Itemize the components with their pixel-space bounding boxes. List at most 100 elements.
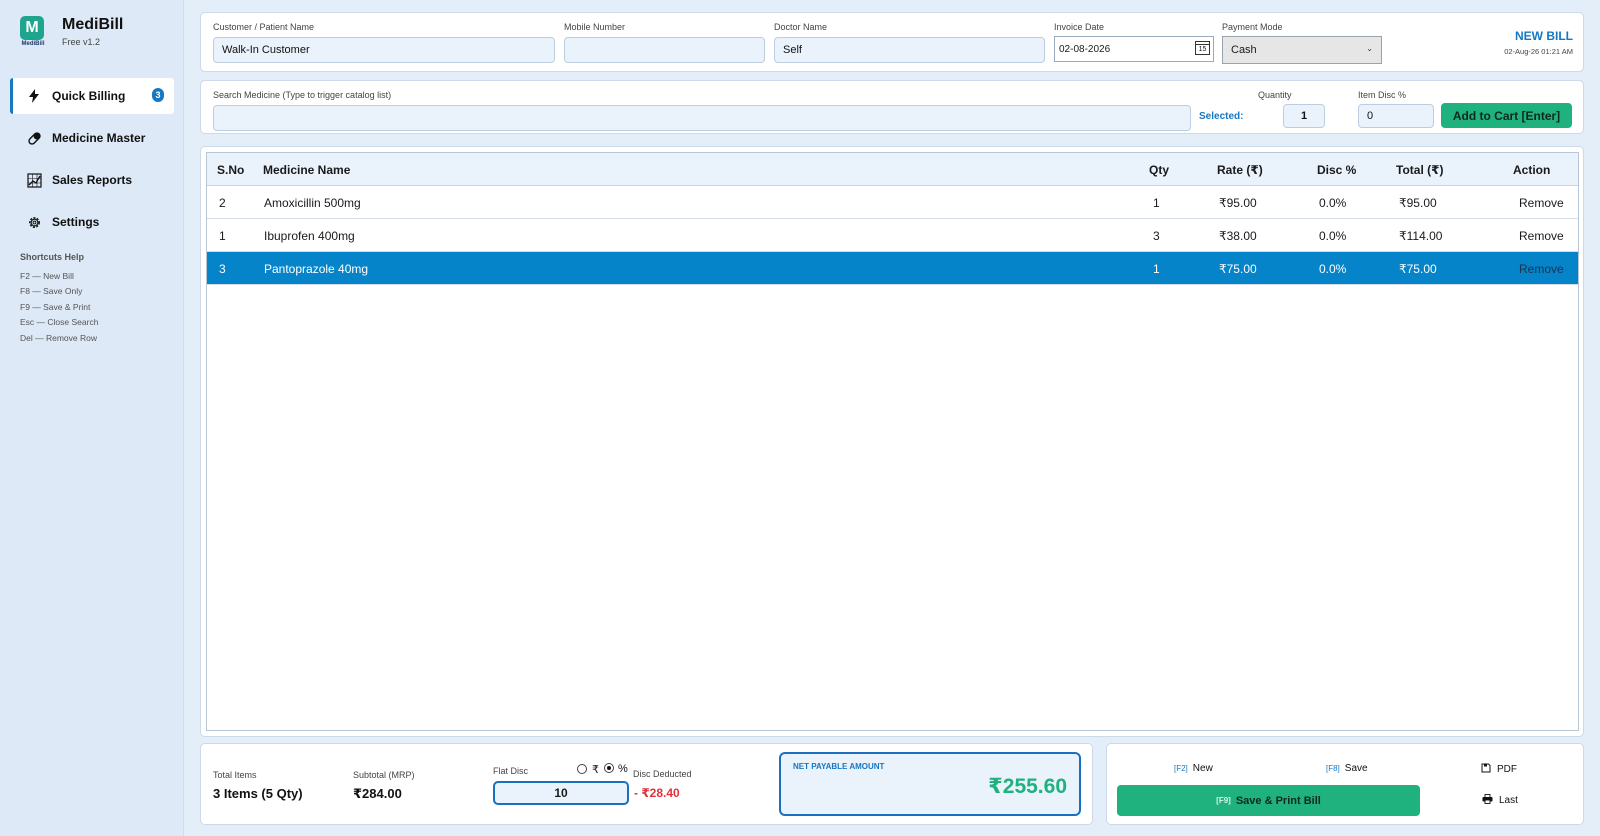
shortcut-new-bill: F2 — New Bill bbox=[20, 271, 74, 281]
total-items-value: 3 Items (5 Qty) bbox=[213, 786, 303, 801]
sidebar: M MediBill MediBill Free v1.2 Quick Bill… bbox=[0, 0, 184, 836]
col-action: Action bbox=[1513, 163, 1551, 177]
sidebar-item-label: Medicine Master bbox=[52, 131, 146, 145]
disc-mode-percent-label: % bbox=[618, 763, 628, 775]
search-medicine-label: Search Medicine (Type to trigger catalog… bbox=[213, 90, 392, 100]
logo-subtext: MediBill bbox=[21, 41, 45, 47]
pdf-label: PDF bbox=[1497, 764, 1517, 775]
payment-mode-label: Payment Mode bbox=[1222, 22, 1283, 32]
bolt-icon bbox=[26, 88, 42, 104]
cell-total: ₹75.00 bbox=[1399, 262, 1437, 276]
payment-mode-value: Cash bbox=[1231, 44, 1257, 56]
cart-table: S.No Medicine Name Qty Rate (₹) Disc % T… bbox=[206, 152, 1579, 731]
sidebar-item-label: Settings bbox=[52, 215, 100, 229]
flat-disc-input[interactable]: 10 bbox=[493, 781, 629, 805]
col-disc: Disc % bbox=[1317, 163, 1357, 177]
net-payable-value: ₹255.60 bbox=[988, 775, 1067, 798]
brand: M MediBill MediBill Free v1.2 bbox=[20, 16, 123, 48]
shortcuts-title: Shortcuts Help bbox=[20, 252, 85, 262]
pill-icon bbox=[26, 130, 42, 146]
table-row-selected[interactable]: 3 Pantoprazole 40mg 1 ₹75.00 0.0% ₹75.00… bbox=[207, 252, 1578, 285]
calendar-icon[interactable]: 15 bbox=[1195, 41, 1210, 55]
net-payable-label: NET PAYABLE AMOUNT bbox=[793, 762, 885, 771]
medicine-search-panel: Search Medicine (Type to trigger catalog… bbox=[200, 80, 1584, 134]
shortcut-remove-row: Del — Remove Row bbox=[20, 332, 97, 343]
quantity-input[interactable]: 1 bbox=[1283, 104, 1325, 128]
cell-qty: 3 bbox=[1153, 229, 1160, 243]
logo-letter: M bbox=[20, 16, 44, 40]
bill-status: NEW BILL bbox=[1515, 29, 1573, 43]
cell-disc: 0.0% bbox=[1319, 229, 1347, 243]
sidebar-item-label: Quick Billing bbox=[52, 89, 126, 103]
last-bill-label: Last bbox=[1499, 795, 1518, 806]
sidebar-item-settings[interactable]: Settings bbox=[10, 204, 174, 240]
flat-disc-label: Flat Disc bbox=[493, 766, 529, 776]
cell-disc: 0.0% bbox=[1319, 262, 1347, 276]
disc-mode-percent-radio[interactable] bbox=[604, 763, 614, 773]
subtotal-label: Subtotal (MRP) bbox=[353, 770, 415, 780]
mobile-number-input[interactable] bbox=[564, 37, 765, 63]
search-medicine-input[interactable] bbox=[213, 105, 1191, 131]
invoice-date-value: 02-08-2026 bbox=[1059, 43, 1111, 55]
sidebar-item-medicine-master[interactable]: Medicine Master bbox=[10, 120, 174, 156]
cell-rate: ₹95.00 bbox=[1219, 196, 1257, 210]
app-version: Free v1.2 bbox=[62, 37, 101, 47]
bill-timestamp: 02-Aug-26 01:21 AM bbox=[1504, 47, 1573, 56]
save-bill-shortcut: [F8] bbox=[1326, 764, 1340, 773]
shortcut-save-only: F8 — Save Only bbox=[20, 286, 83, 297]
item-disc-label: Item Disc % bbox=[1358, 90, 1407, 100]
chevron-down-icon: ⌄ bbox=[1366, 44, 1373, 53]
save-print-bill-button[interactable]: [F9] Save & Print Bill bbox=[1117, 785, 1420, 816]
cell-sno: 2 bbox=[219, 196, 226, 210]
remove-row-button[interactable]: Remove bbox=[1519, 196, 1564, 210]
doctor-name-input[interactable]: Self bbox=[774, 37, 1045, 63]
cell-qty: 1 bbox=[1153, 262, 1160, 276]
quick-billing-count-badge: 3 bbox=[152, 88, 164, 102]
new-bill-label: New bbox=[1192, 763, 1213, 774]
cell-medicine-name: Amoxicillin 500mg bbox=[264, 196, 361, 210]
cell-rate: ₹75.00 bbox=[1219, 262, 1257, 276]
printer-icon bbox=[1482, 794, 1493, 807]
col-medicine-name: Medicine Name bbox=[263, 163, 351, 177]
customer-name-input[interactable]: Walk-In Customer bbox=[213, 37, 555, 63]
invoice-date-picker[interactable]: 02-08-2026 15 bbox=[1054, 36, 1214, 62]
save-bill-button[interactable]: [F8] Save bbox=[1326, 763, 1368, 774]
add-to-cart-button[interactable]: Add to Cart [Enter] bbox=[1441, 103, 1572, 128]
disc-deducted-label: Disc Deducted bbox=[633, 769, 692, 779]
new-bill-button[interactable]: [F2] New bbox=[1174, 763, 1213, 774]
remove-row-button[interactable]: Remove bbox=[1519, 262, 1564, 276]
remove-row-button[interactable]: Remove bbox=[1519, 229, 1564, 243]
shortcut-close-search: Esc — Close Search bbox=[20, 317, 99, 328]
col-rate: Rate (₹) bbox=[1217, 163, 1263, 177]
shortcut-save-print: F9 — Save & Print bbox=[20, 301, 91, 312]
cell-medicine-name: Pantoprazole 40mg bbox=[264, 262, 369, 276]
disc-deducted-value: - ₹28.40 bbox=[634, 786, 680, 800]
payment-mode-select[interactable]: Cash ⌄ bbox=[1222, 36, 1382, 64]
shortcuts-help: Shortcuts Help F2 — New Bill F8 — Save O… bbox=[20, 252, 98, 348]
selected-medicine-label: Selected: bbox=[1199, 111, 1244, 122]
table-header: S.No Medicine Name Qty Rate (₹) Disc % T… bbox=[207, 153, 1578, 186]
gear-icon bbox=[26, 214, 42, 230]
cell-medicine-name: Ibuprofen 400mg bbox=[264, 229, 355, 243]
save-disk-icon bbox=[1481, 763, 1491, 776]
subtotal-value: ₹284.00 bbox=[353, 786, 402, 801]
disc-mode-rupee-radio[interactable] bbox=[577, 764, 587, 774]
col-sno: S.No bbox=[217, 163, 245, 177]
customer-name-label: Customer / Patient Name bbox=[213, 22, 315, 32]
table-row[interactable]: 1 Ibuprofen 400mg 3 ₹38.00 0.0% ₹114.00 … bbox=[207, 219, 1578, 252]
quantity-label: Quantity bbox=[1258, 90, 1292, 100]
table-row[interactable]: 2 Amoxicillin 500mg 1 ₹95.00 0.0% ₹95.00… bbox=[207, 186, 1578, 219]
pdf-button[interactable]: PDF bbox=[1481, 763, 1517, 776]
sidebar-item-quick-billing[interactable]: Quick Billing 3 bbox=[10, 78, 174, 114]
chart-icon bbox=[26, 172, 42, 188]
invoice-date-label: Invoice Date bbox=[1054, 22, 1105, 32]
app-name: MediBill bbox=[62, 16, 124, 33]
doctor-name-label: Doctor Name bbox=[774, 22, 828, 32]
item-disc-input[interactable]: 0 bbox=[1358, 104, 1434, 128]
col-qty: Qty bbox=[1149, 163, 1170, 177]
mobile-number-label: Mobile Number bbox=[564, 22, 626, 32]
sidebar-item-sales-reports[interactable]: Sales Reports bbox=[10, 162, 174, 198]
net-payable-box: NET PAYABLE AMOUNT ₹255.60 bbox=[779, 752, 1081, 816]
new-bill-shortcut: [F2] bbox=[1174, 764, 1188, 773]
last-bill-button[interactable]: Last bbox=[1482, 794, 1518, 807]
